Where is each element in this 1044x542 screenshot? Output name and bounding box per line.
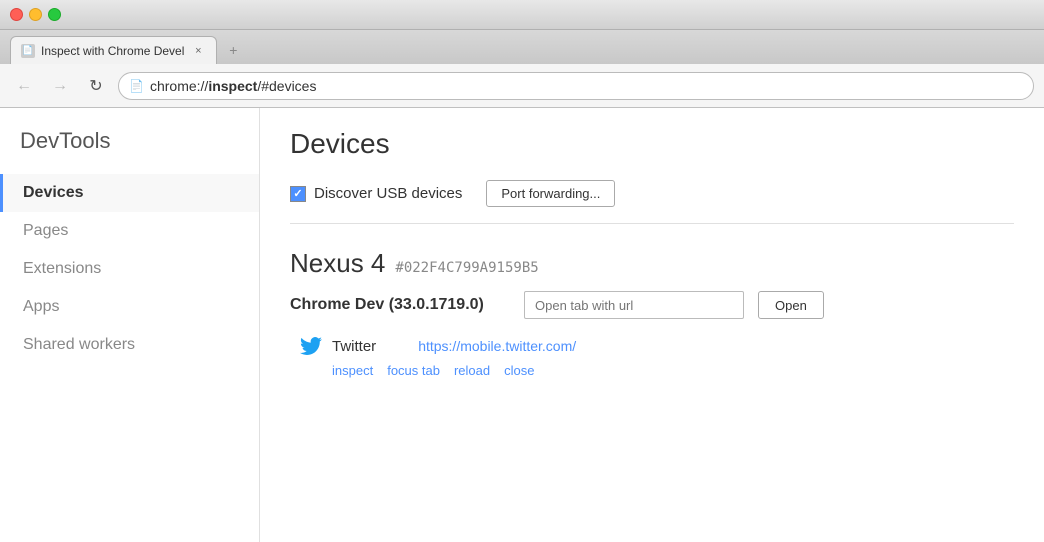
maximize-button[interactable] <box>48 8 61 21</box>
sidebar-item-pages[interactable]: Pages <box>0 212 259 250</box>
focus-tab-link[interactable]: focus tab <box>387 363 440 378</box>
url-display: chrome://inspect/#devices <box>150 78 317 94</box>
browser-row: Chrome Dev (33.0.1719.0) Open <box>290 291 1014 319</box>
tab-favicon: 📄 <box>21 44 35 58</box>
back-button[interactable]: ← <box>10 72 38 100</box>
url-prefix: chrome:// <box>150 78 208 94</box>
device-section: Nexus 4 #022F4C799A9159B5 Chrome Dev (33… <box>290 248 1014 378</box>
tab-entry: Twitter https://mobile.twitter.com/ insp… <box>300 335 1014 378</box>
new-tab-button[interactable]: + <box>219 36 247 64</box>
url-suffix: /#devices <box>257 78 316 94</box>
tab-url[interactable]: https://mobile.twitter.com/ <box>418 338 576 354</box>
browser-name: Chrome Dev (33.0.1719.0) <box>290 296 510 314</box>
sidebar-item-devices[interactable]: Devices <box>0 174 259 212</box>
main-content: DevTools Devices Pages Extensions Apps S… <box>0 108 1044 542</box>
url-bold: inspect <box>208 78 257 94</box>
tab-bar: 📄 Inspect with Chrome Devel × + <box>0 30 1044 64</box>
forward-button[interactable]: → <box>46 72 74 100</box>
reload-link[interactable]: reload <box>454 363 490 378</box>
active-tab[interactable]: 📄 Inspect with Chrome Devel × <box>10 36 217 64</box>
tab-row: Twitter https://mobile.twitter.com/ <box>300 335 1014 357</box>
device-header: Nexus 4 #022F4C799A9159B5 <box>290 248 1014 279</box>
port-forwarding-button[interactable]: Port forwarding... <box>486 180 615 207</box>
tab-actions: inspect focus tab reload close <box>332 363 1014 378</box>
discover-label: Discover USB devices <box>314 185 462 202</box>
close-link[interactable]: close <box>504 363 534 378</box>
address-bar: ← → ↻ 📄 chrome://inspect/#devices <box>0 64 1044 108</box>
tab-title: Inspect with Chrome Devel <box>41 44 184 58</box>
open-tab-input[interactable] <box>524 291 744 319</box>
discover-section: ✓ Discover USB devices Port forwarding..… <box>290 180 1014 224</box>
tab-page-title: Twitter <box>332 338 376 355</box>
open-tab-button[interactable]: Open <box>758 291 824 319</box>
device-name: Nexus 4 <box>290 248 385 279</box>
twitter-icon <box>300 335 322 357</box>
tab-close-button[interactable]: × <box>190 43 206 59</box>
title-bar <box>0 0 1044 30</box>
close-button[interactable] <box>10 8 23 21</box>
url-page-icon: 📄 <box>129 79 144 93</box>
sidebar-item-apps[interactable]: Apps <box>0 288 259 326</box>
page-content: Devices ✓ Discover USB devices Port forw… <box>260 108 1044 542</box>
sidebar-item-shared-workers[interactable]: Shared workers <box>0 326 259 364</box>
checkmark-icon: ✓ <box>293 187 302 200</box>
reload-button[interactable]: ↻ <box>82 72 110 100</box>
sidebar: DevTools Devices Pages Extensions Apps S… <box>0 108 260 542</box>
discover-checkbox-wrapper: ✓ Discover USB devices <box>290 185 462 202</box>
url-bar[interactable]: 📄 chrome://inspect/#devices <box>118 72 1034 100</box>
sidebar-title: DevTools <box>0 128 259 174</box>
page-title: Devices <box>290 128 1014 160</box>
traffic-lights <box>10 8 61 21</box>
discover-usb-checkbox[interactable]: ✓ <box>290 186 306 202</box>
inspect-link[interactable]: inspect <box>332 363 373 378</box>
sidebar-item-extensions[interactable]: Extensions <box>0 250 259 288</box>
device-id: #022F4C799A9159B5 <box>395 260 538 276</box>
minimize-button[interactable] <box>29 8 42 21</box>
